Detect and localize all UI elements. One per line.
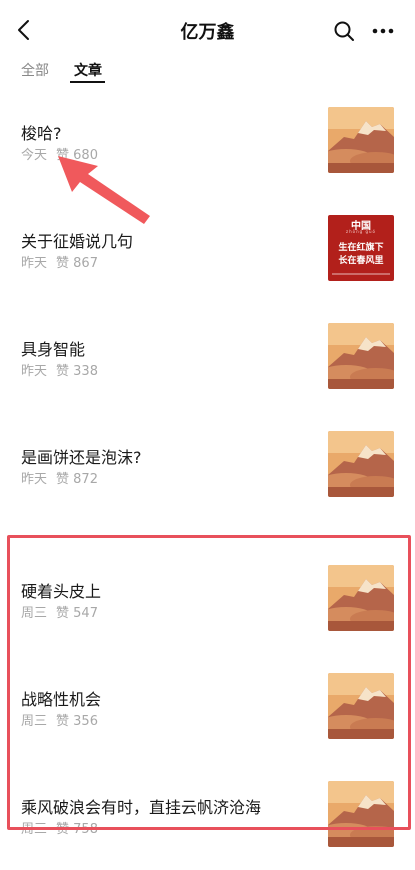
mountain-thumbnail-image — [328, 673, 394, 739]
article-thumbnail — [328, 673, 394, 739]
article-date: 昨天 — [21, 472, 48, 487]
poster-slogan-line-1: 生在红旗下 — [338, 243, 384, 253]
article-thumbnail — [328, 107, 394, 173]
article-meta: 昨天赞 872 — [21, 468, 98, 487]
article-title: 梭哈? — [21, 124, 62, 143]
article-likes: 赞 356 — [56, 714, 98, 729]
article-likes: 赞 338 — [56, 364, 98, 379]
list-item[interactable]: 乘风破浪会有时，直挂云帆济沧海 周三赞 758 — [0, 762, 415, 870]
article-date: 昨天 — [21, 256, 48, 271]
poster-slogan-line-2: 长在春风里 — [338, 256, 384, 266]
poster-slogan: 生在红旗下 长在春风里 — [328, 242, 394, 268]
article-thumbnail — [328, 431, 394, 497]
article-date: 周三 — [21, 606, 48, 621]
mountain-thumbnail-image — [328, 323, 394, 389]
mountain-thumbnail-image — [328, 565, 394, 631]
list-item[interactable]: 是画饼还是泡沫? 昨天赞 872 — [0, 412, 415, 520]
article-likes: 赞 680 — [56, 148, 98, 163]
tab-all[interactable]: 全部 — [21, 60, 49, 80]
list-item[interactable]: 硬着头皮上 周三赞 547 — [0, 546, 415, 654]
article-title: 是画饼还是泡沫? — [21, 448, 142, 467]
search-icon[interactable] — [332, 19, 356, 43]
list-item[interactable]: 梭哈? 今天赞 680 — [0, 88, 415, 196]
article-date: 周三 — [21, 714, 48, 729]
article-likes: 赞 547 — [56, 606, 98, 621]
mountain-thumbnail-image — [328, 431, 394, 497]
article-likes: 赞 872 — [56, 472, 98, 487]
article-meta: 今天赞 680 — [21, 144, 98, 163]
article-likes: 赞 758 — [56, 822, 98, 837]
article-meta: 周三赞 758 — [21, 818, 98, 837]
article-meta: 昨天赞 867 — [21, 252, 98, 271]
list-item[interactable]: 战略性机会 周三赞 356 — [0, 654, 415, 762]
poster-footer-line — [332, 273, 390, 275]
article-date: 周三 — [21, 822, 48, 837]
article-title: 关于征婚说几句 — [21, 232, 134, 251]
tab-active-indicator — [70, 81, 105, 83]
tab-bar: 全部 文章 — [0, 58, 415, 88]
article-meta: 周三赞 547 — [21, 602, 98, 621]
poster-thumbnail-image: 中国 zhōng guó 生在红旗下 长在春风里 — [328, 215, 394, 281]
poster-pinyin: zhōng guó — [346, 229, 376, 234]
article-date: 昨天 — [21, 364, 48, 379]
mountain-thumbnail-image — [328, 107, 394, 173]
article-thumbnail: 中国 zhōng guó 生在红旗下 长在春风里 — [328, 215, 394, 281]
article-meta: 昨天赞 338 — [21, 360, 98, 379]
article-date: 今天 — [21, 148, 48, 163]
list-item[interactable]: 关于征婚说几句 昨天赞 867 中国 zhōng guó 生在红旗下 长在春风里 — [0, 196, 415, 304]
article-meta: 周三赞 356 — [21, 710, 98, 729]
top-bar: 亿万鑫 — [0, 0, 415, 60]
article-thumbnail — [328, 781, 394, 847]
article-title: 乘风破浪会有时，直挂云帆济沧海 — [21, 798, 262, 817]
tab-articles[interactable]: 文章 — [74, 60, 102, 80]
article-title: 具身智能 — [21, 340, 86, 359]
article-thumbnail — [328, 565, 394, 631]
list-item[interactable]: 具身智能 昨天赞 338 — [0, 304, 415, 412]
more-dots-icon[interactable] — [370, 19, 396, 43]
article-title: 硬着头皮上 — [21, 582, 102, 601]
article-thumbnail — [328, 323, 394, 389]
article-title: 战略性机会 — [21, 690, 102, 709]
article-likes: 赞 867 — [56, 256, 98, 271]
mountain-thumbnail-image — [328, 781, 394, 847]
